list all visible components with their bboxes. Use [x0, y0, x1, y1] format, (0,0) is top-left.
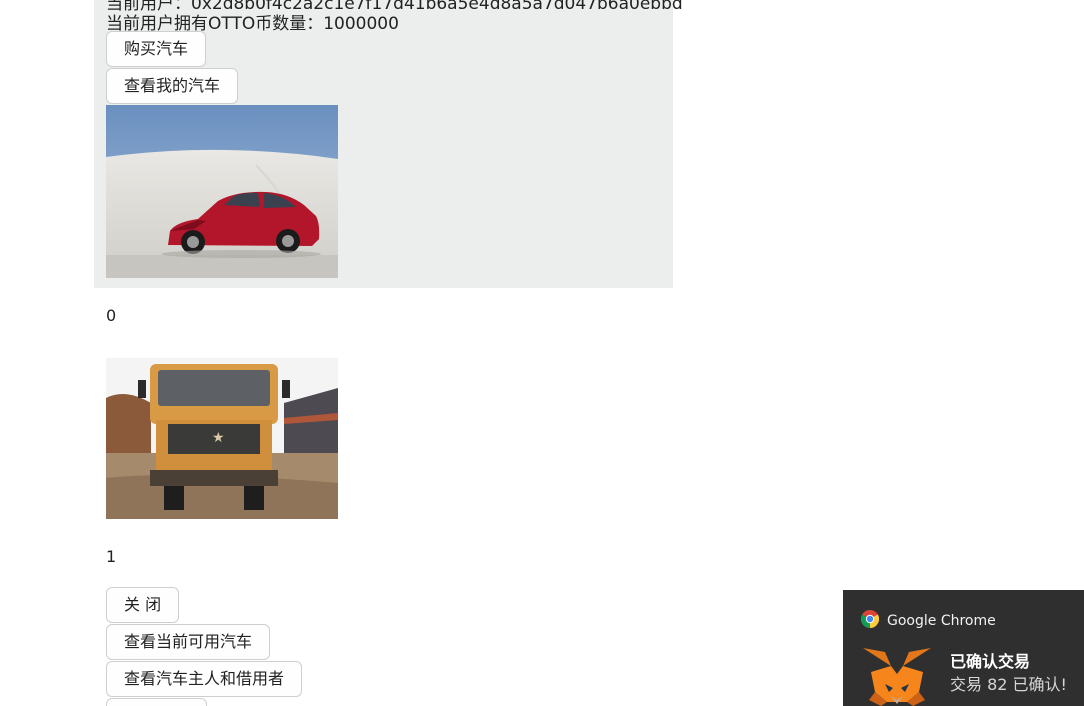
- buy-car-button[interactable]: 购买汽车: [106, 31, 207, 67]
- chrome-icon: [860, 610, 880, 632]
- view-available-cars-button[interactable]: 查看当前可用汽车: [106, 624, 271, 660]
- svg-text:★: ★: [212, 430, 225, 446]
- notification-title: 已确认交易: [950, 652, 1031, 671]
- car-index-0: 0: [106, 306, 117, 325]
- notification-message: 交易 82 已确认!: [950, 675, 1067, 694]
- view-owner-borrower-button[interactable]: 查看汽车主人和借用者: [106, 661, 303, 697]
- notification-app-name: Google Chrome: [887, 613, 996, 629]
- page: 当前用户：0x2d8b0f4c2a2c1e7f17d41b6a5e4d8a5a7…: [0, 0, 1084, 706]
- car-image-red-suv: [106, 105, 338, 278]
- partial-button[interactable]: [106, 698, 207, 706]
- close-button[interactable]: 关 闭: [106, 587, 180, 623]
- car-image-orange-truck: ★: [106, 358, 338, 519]
- notification-header: Google Chrome: [860, 610, 996, 632]
- view-my-cars-button[interactable]: 查看我的汽车: [106, 68, 239, 104]
- chrome-notification[interactable]: Google Chrome 已确认交易 交易 82 已确认!: [843, 590, 1084, 706]
- metamask-fox-icon: [861, 644, 933, 706]
- car-index-1: 1: [106, 547, 117, 566]
